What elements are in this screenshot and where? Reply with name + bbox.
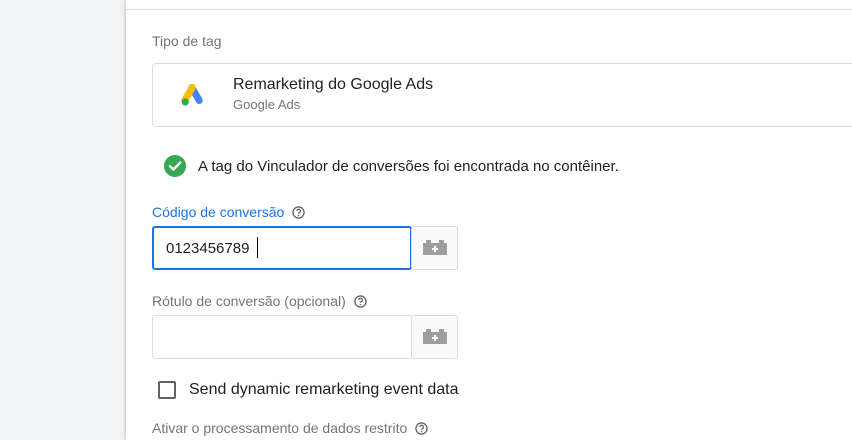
top-divider: [126, 9, 852, 10]
conversion-code-label: Código de conversão: [152, 204, 306, 220]
help-icon[interactable]: [292, 205, 306, 219]
conversion-code-input[interactable]: [154, 228, 410, 268]
tag-type-card[interactable]: Remarketing do Google Ads Google Ads: [152, 63, 852, 127]
restricted-data-label: Ativar o processamento de dados restrito: [152, 420, 428, 436]
text-caret: [257, 237, 258, 258]
linker-found-notice: A tag do Vinculador de conversões foi en…: [164, 155, 619, 177]
help-icon[interactable]: [415, 421, 428, 435]
variable-icon: [422, 329, 447, 344]
conversion-code-variable-button[interactable]: [411, 226, 458, 270]
conversion-label-input-wrapper[interactable]: [152, 315, 412, 359]
notice-text: A tag do Vinculador de conversões foi en…: [198, 157, 619, 175]
conversion-label-label-text: Rótulo de conversão (opcional): [152, 293, 346, 309]
dynamic-remarketing-label[interactable]: Send dynamic remarketing event data: [189, 381, 458, 399]
google-ads-icon: [181, 84, 203, 106]
tag-type-label-text: Tipo de tag: [152, 33, 222, 49]
conversion-label-label: Rótulo de conversão (opcional): [152, 293, 367, 309]
conversion-code-label-text: Código de conversão: [152, 204, 285, 220]
restricted-data-label-text: Ativar o processamento de dados restrito: [152, 420, 408, 436]
check-circle-icon: [164, 155, 186, 177]
variable-icon: [422, 240, 447, 255]
conversion-label-variable-button[interactable]: [411, 315, 458, 359]
tag-type-name: Remarketing do Google Ads: [233, 76, 434, 93]
help-icon[interactable]: [354, 294, 367, 308]
conversion-label-input[interactable]: [153, 316, 411, 358]
tag-type-section-label: Tipo de tag: [152, 33, 222, 49]
conversion-code-input-wrapper[interactable]: [152, 226, 412, 270]
tag-type-provider: Google Ads: [233, 97, 301, 112]
dynamic-remarketing-checkbox[interactable]: [158, 381, 176, 399]
